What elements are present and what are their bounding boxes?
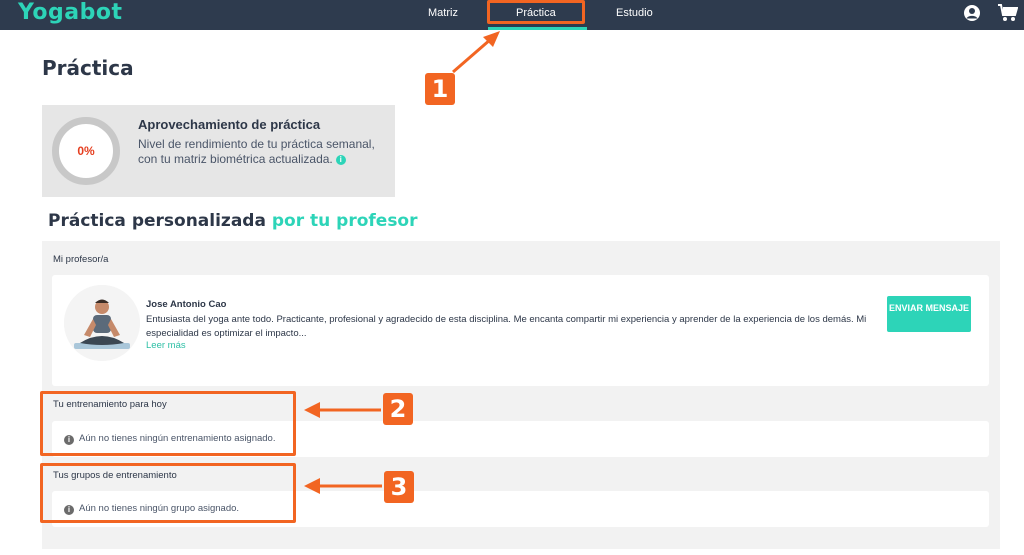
annotation-badge-3: 3 bbox=[384, 471, 414, 503]
arrow-icon bbox=[452, 37, 492, 74]
annotation-arrows bbox=[304, 31, 500, 494]
annotation-badge-2: 2 bbox=[383, 393, 413, 425]
annotation-badge-1: 1 bbox=[425, 73, 455, 105]
